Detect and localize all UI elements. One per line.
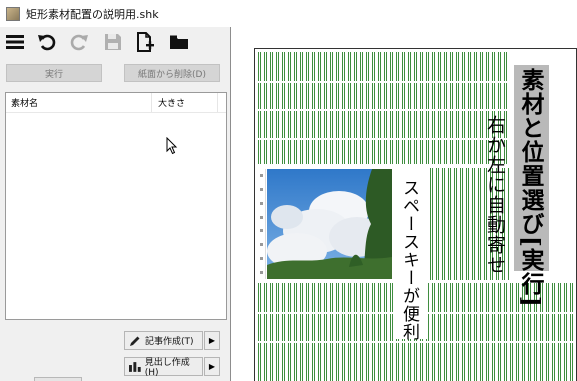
newspaper-page[interactable]: スペースキーが便利 素材と位置選び[実行] 右か左に自動寄せ (254, 48, 577, 381)
menu-icon[interactable] (4, 31, 26, 53)
headline-text: 素材と位置選び[実行] (517, 68, 544, 308)
play-arrow-icon: ▶ (208, 336, 216, 345)
column-header-size[interactable]: 大きさ (152, 93, 218, 112)
subheadline-text: 右か左に自動寄せ (484, 115, 506, 275)
create-article-menu-button[interactable]: ▶ (204, 331, 220, 350)
body-text: スペースキーが便利 (399, 179, 419, 341)
folder-icon[interactable] (168, 31, 190, 53)
column-separator (258, 81, 510, 83)
play-arrow-icon: ▶ (208, 362, 216, 371)
column-separator (258, 138, 510, 140)
toolbar (0, 27, 230, 57)
create-article-label: 記事作成(T) (145, 337, 194, 347)
create-article-button[interactable]: 記事作成(T) (124, 331, 203, 350)
sky-photo[interactable] (267, 169, 392, 279)
mouse-cursor-icon (166, 137, 178, 155)
execute-button[interactable]: 実行 (6, 64, 102, 82)
undo-icon[interactable] (36, 31, 58, 53)
app-icon (6, 6, 20, 21)
remove-from-page-button[interactable]: 紙面から削除(D) (124, 64, 220, 82)
title-bar: 矩形素材配置の説明用.shk (0, 0, 577, 27)
save-icon[interactable] (102, 31, 124, 53)
create-headline-menu-button[interactable]: ▶ (204, 357, 220, 376)
bar-chart-icon (129, 362, 141, 372)
column-separator (258, 341, 576, 343)
text-columns-top (258, 52, 510, 164)
create-headline-label: 見出し作成(H) (144, 358, 190, 378)
redo-icon[interactable] (68, 31, 90, 53)
column-separator (258, 109, 510, 111)
list-header: 素材名 大きさ (6, 93, 226, 113)
left-panel: 実行 紙面から削除(D) 素材名 大きさ 記事作成(T) ▶ 見出し作成(H) … (0, 27, 230, 381)
new-document-icon[interactable] (134, 31, 156, 53)
photo-caption (257, 169, 266, 279)
column-header-name[interactable]: 素材名 (6, 93, 152, 112)
material-list[interactable]: 素材名 大きさ (5, 92, 227, 320)
create-headline-button[interactable]: 見出し作成(H) (124, 357, 203, 378)
partially-visible-button[interactable] (34, 377, 82, 381)
window-title: 矩形素材配置の説明用.shk (26, 7, 159, 21)
pencil-icon (130, 336, 140, 346)
